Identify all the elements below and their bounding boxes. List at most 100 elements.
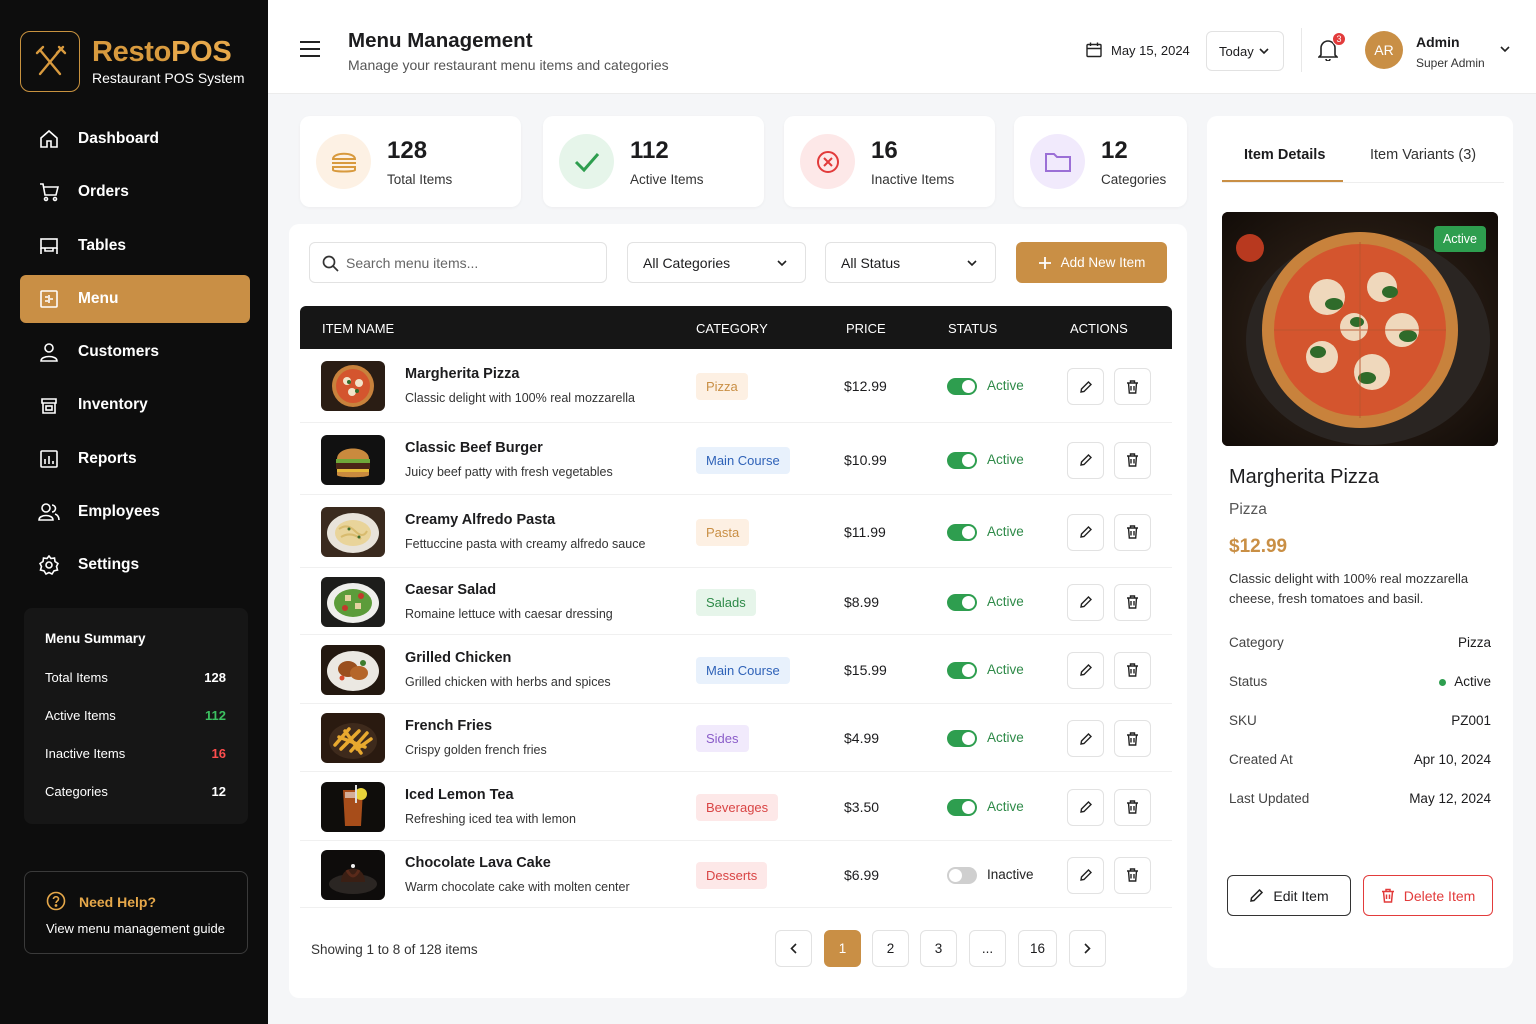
page-2-button[interactable]: 2: [872, 930, 909, 967]
pencil-icon: [1079, 380, 1092, 393]
delete-button[interactable]: [1114, 788, 1151, 826]
hamburger-icon[interactable]: [300, 41, 320, 57]
date-range-select[interactable]: Today: [1206, 31, 1284, 71]
delete-button[interactable]: [1114, 441, 1151, 479]
status-toggle[interactable]: [947, 866, 977, 884]
user-icon: [38, 341, 60, 363]
status-toggle[interactable]: [947, 661, 977, 679]
edit-button[interactable]: [1067, 788, 1104, 826]
status-toggle[interactable]: [947, 593, 977, 611]
menu-book-icon: [38, 288, 60, 310]
edit-button[interactable]: [1067, 651, 1104, 689]
help-title: Need Help?: [79, 894, 157, 910]
nav-item-employees[interactable]: Employees: [20, 488, 250, 536]
table-row[interactable]: Grilled Chicken Grilled chicken with herb…: [300, 635, 1172, 704]
summary-title: Menu Summary: [45, 631, 146, 646]
brand-subtitle: Restaurant POS System: [92, 70, 245, 86]
detail-value: Active: [1454, 674, 1491, 689]
nav-item-orders[interactable]: Orders: [20, 168, 250, 216]
item-thumbnail: [321, 576, 385, 627]
divider: [1301, 28, 1302, 72]
nav-item-settings[interactable]: Settings: [20, 541, 250, 589]
edit-button[interactable]: [1067, 583, 1104, 621]
avatar[interactable]: AR: [1365, 31, 1403, 69]
delete-button[interactable]: [1114, 368, 1151, 405]
search-input[interactable]: [346, 243, 596, 282]
next-page-button[interactable]: [1069, 930, 1106, 967]
edit-item-button[interactable]: Edit Item: [1227, 875, 1351, 916]
delete-button[interactable]: [1114, 856, 1151, 894]
delete-item-button[interactable]: Delete Item: [1363, 875, 1493, 916]
tab-item-variants[interactable]: Item Variants (3): [1370, 147, 1476, 163]
edit-button[interactable]: [1067, 513, 1104, 551]
table-row[interactable]: Iced Lemon Tea Refreshing iced tea with l…: [300, 772, 1172, 841]
nav-item-menu[interactable]: Menu: [20, 274, 250, 323]
detail-row-category: Category Pizza: [1229, 635, 1491, 650]
help-card[interactable]: Need Help? View menu management guide: [24, 871, 248, 954]
item-name: Margherita Pizza: [405, 366, 520, 382]
edit-button[interactable]: [1067, 368, 1104, 405]
nav-item-tables[interactable]: Tables: [20, 222, 250, 270]
item-name: Chocolate Lava Cake: [405, 854, 551, 871]
edit-button[interactable]: [1067, 441, 1104, 479]
table-row[interactable]: Creamy Alfredo Pasta Fettuccine pasta wit…: [300, 495, 1172, 568]
item-thumbnail: [321, 506, 385, 557]
page-16-button[interactable]: 16: [1018, 930, 1057, 967]
delete-button[interactable]: [1114, 651, 1151, 689]
category-tag: Main Course: [696, 656, 790, 684]
edit-button[interactable]: [1067, 856, 1104, 894]
burger-icon: [316, 134, 371, 189]
add-item-label: Add New Item: [1060, 255, 1146, 270]
status-toggle[interactable]: [947, 523, 977, 541]
edit-button[interactable]: [1067, 720, 1104, 757]
nav-item-reports[interactable]: Reports: [20, 435, 250, 483]
page-3-button[interactable]: 3: [920, 930, 957, 967]
tab-item-details[interactable]: Item Details: [1244, 147, 1325, 163]
add-item-button[interactable]: Add New Item: [1016, 242, 1167, 283]
col-actions: ACTIONS: [1070, 321, 1128, 336]
page-1-button[interactable]: 1: [824, 930, 861, 967]
nav-item-inventory[interactable]: Inventory: [20, 381, 250, 429]
trash-icon: [1127, 731, 1138, 746]
item-name: Iced Lemon Tea: [405, 786, 514, 803]
status-toggle[interactable]: [947, 730, 977, 747]
table-row[interactable]: Chocolate Lava Cake Warm chocolate cake w…: [300, 841, 1172, 908]
stat-value: 12: [1101, 137, 1128, 164]
pagination-info: Showing 1 to 8 of 128 items: [311, 942, 478, 957]
chevron-down-icon[interactable]: [1500, 46, 1510, 53]
delete-button[interactable]: [1114, 513, 1151, 551]
status-toggle[interactable]: [947, 451, 977, 469]
table-row[interactable]: Classic Beef Burger Juicy beef patty with…: [300, 424, 1172, 495]
table-row[interactable]: Caesar Salad Romaine lettuce with caesar …: [300, 568, 1172, 635]
table-row[interactable]: French Fries Crispy golden french fries Si…: [300, 704, 1172, 772]
tab-divider: [1222, 182, 1504, 183]
stat-value: 16: [871, 137, 898, 164]
nav-item-customers[interactable]: Customers: [20, 328, 250, 376]
trash-icon: [1127, 868, 1138, 882]
trash-icon: [1381, 888, 1394, 903]
nav-item-dashboard[interactable]: Dashboard: [20, 115, 250, 163]
table-header: ITEM NAME CATEGORY PRICE STATUS ACTIONS: [300, 306, 1172, 349]
delete-button[interactable]: [1114, 720, 1151, 757]
status-toggle[interactable]: [947, 798, 977, 816]
box-icon: [38, 394, 60, 416]
detail-item-name: Margherita Pizza: [1229, 466, 1380, 488]
status-filter[interactable]: All Status: [825, 242, 996, 283]
nav-label: Tables: [78, 236, 126, 254]
item-price: $10.99: [844, 451, 887, 468]
help-link[interactable]: View menu management guide: [46, 921, 225, 936]
trash-icon: [1127, 379, 1138, 394]
delete-button[interactable]: [1114, 583, 1151, 621]
status-toggle[interactable]: [947, 378, 977, 395]
date-range-value: Today: [1219, 43, 1254, 59]
active-tab-indicator: [1222, 180, 1343, 182]
search-box[interactable]: [309, 242, 607, 283]
edit-item-label: Edit Item: [1273, 887, 1329, 904]
notification-badge: 3: [1332, 32, 1346, 46]
chevron-down-icon: [777, 260, 787, 267]
status-dot: [1439, 678, 1447, 686]
table-row[interactable]: Margherita Pizza Classic delight with 100…: [300, 349, 1172, 423]
status-text: Active: [987, 798, 1024, 814]
prev-page-button[interactable]: [775, 930, 812, 967]
category-filter[interactable]: All Categories: [627, 242, 806, 283]
